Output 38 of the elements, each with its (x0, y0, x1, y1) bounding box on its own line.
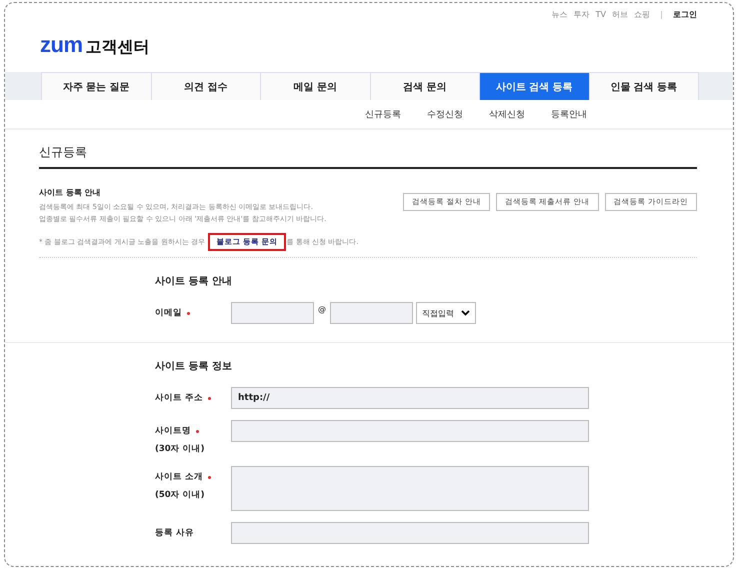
email-domain-field[interactable] (330, 302, 413, 324)
field-note: (30자 이내) (155, 443, 206, 455)
at-sign: @ (318, 305, 326, 314)
text-field[interactable] (231, 522, 589, 544)
sub-tab[interactable]: 삭제신청 (489, 108, 525, 128)
field-label: 사이트 소개 (155, 471, 203, 483)
field-label: 사이트명 (155, 425, 191, 437)
text-area[interactable] (231, 466, 589, 511)
nav-tab[interactable]: 메일 문의 (261, 72, 370, 100)
form-section-title: 사이트 등록 안내 (155, 275, 233, 288)
nav-tab[interactable]: 사이트 검색 등록 (480, 72, 590, 100)
nav-tab[interactable]: 자주 묻는 질문 (42, 72, 152, 100)
section-title: 사이트 등록 안내 (39, 187, 102, 198)
form-section-title: 사이트 등록 정보 (155, 360, 233, 373)
sub-tab[interactable]: 신규등록 (365, 108, 401, 128)
top-link[interactable]: 쇼핑 (634, 9, 650, 20)
email-id-field[interactable] (231, 302, 314, 324)
sub-tab[interactable]: 수정신청 (427, 108, 463, 128)
text-field[interactable]: http:// (231, 387, 589, 409)
site-title: 고객센터 (86, 37, 150, 58)
page-title: 신규등록 (39, 130, 697, 169)
top-link[interactable]: TV (596, 10, 606, 19)
field-label: 이메일 (155, 307, 182, 319)
login-link[interactable]: 로그인 (673, 9, 697, 20)
chevron-down-icon (461, 310, 470, 316)
top-link[interactable]: 투자 (574, 9, 590, 20)
text-field[interactable] (231, 420, 589, 442)
field-label: 등록 사유 (155, 527, 194, 539)
domain-select[interactable]: 직접입력 (416, 302, 476, 324)
sub-tab[interactable]: 등록안내 (551, 108, 587, 128)
logo[interactable]: zum (40, 32, 82, 58)
nav-tab[interactable]: 인물 검색 등록 (590, 72, 699, 100)
field-note: (50자 이내) (155, 489, 206, 501)
nav-tab[interactable]: 검색 문의 (370, 72, 480, 100)
top-link[interactable]: 뉴스 (552, 9, 568, 20)
field-label: 사이트 주소 (155, 392, 203, 404)
nav-tab[interactable]: 의견 접수 (152, 72, 261, 100)
top-link[interactable]: 허브 (612, 9, 628, 20)
